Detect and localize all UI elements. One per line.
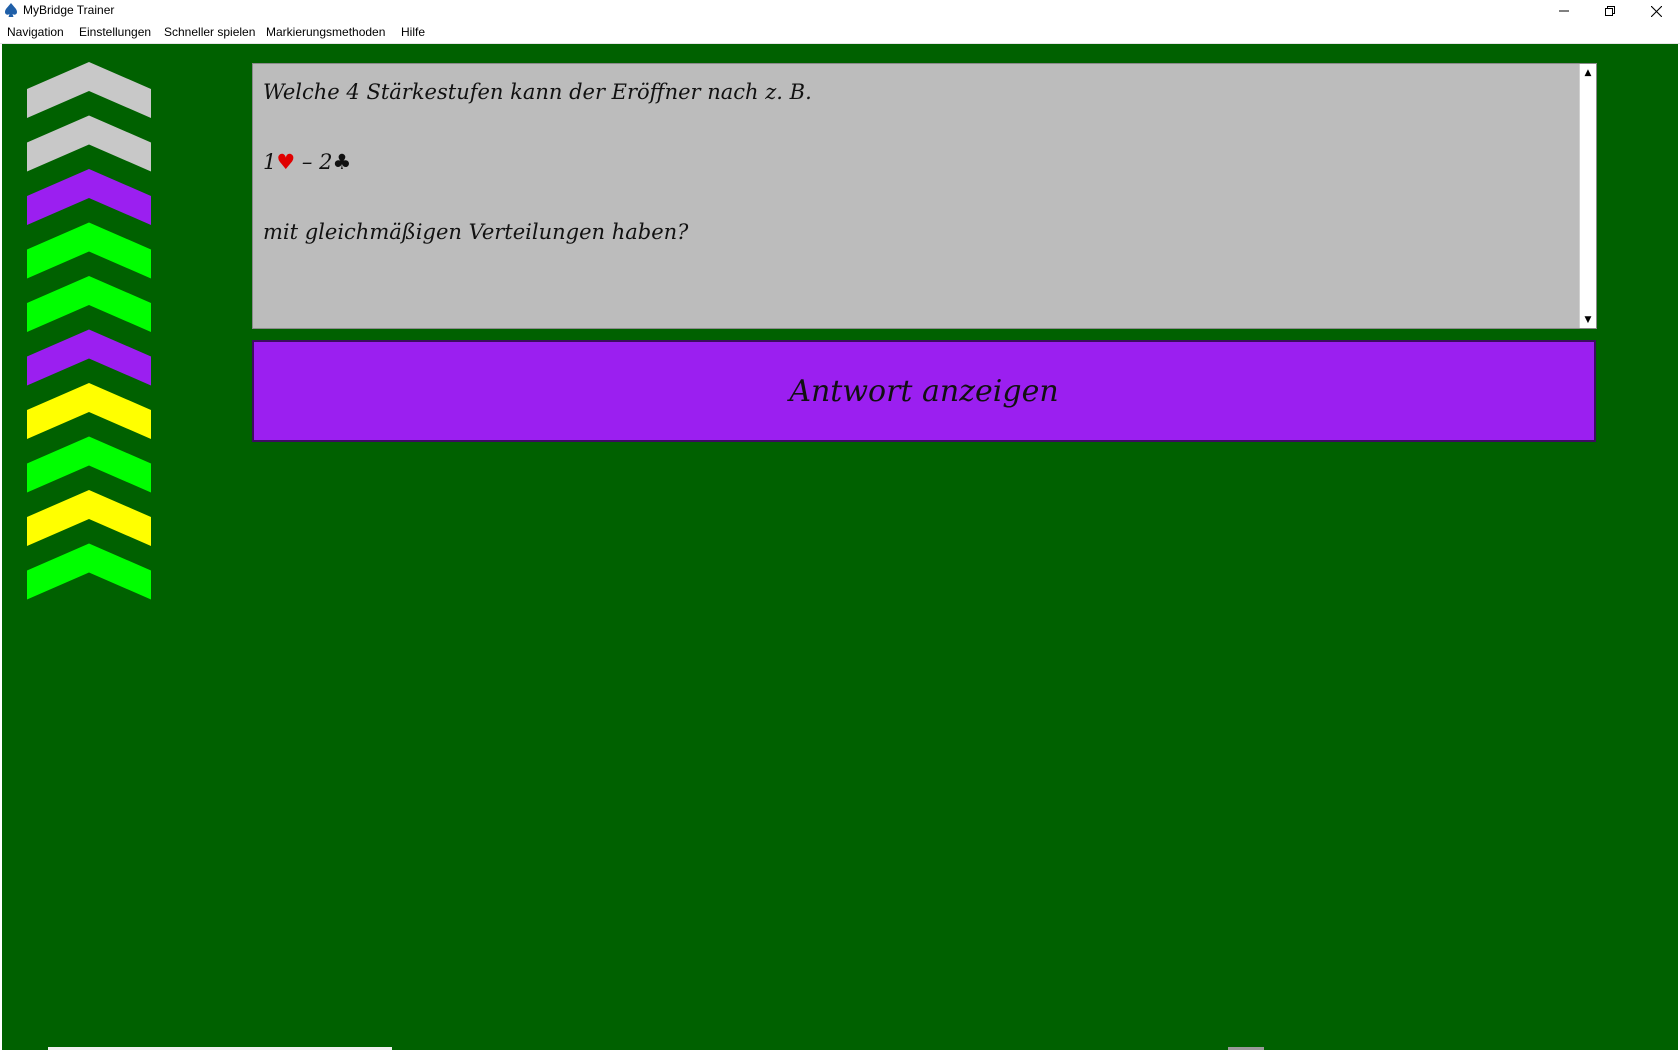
scroll-down-icon[interactable]: ▼ [1580,311,1596,328]
progress-chevron [27,62,151,118]
minimize-button[interactable] [1541,0,1587,22]
close-icon [1650,5,1662,17]
title-bar: MyBridge Trainer [0,0,1680,22]
club-icon: ♣ [332,150,352,174]
show-answer-button[interactable]: Antwort anzeigen [252,340,1596,442]
progress-chevron [27,276,151,332]
bid-1-level: 1 [263,150,277,174]
restore-icon [1605,6,1615,16]
progress-chevrons [27,62,151,600]
vertical-scrollbar[interactable]: ▲ ▼ [1579,64,1596,328]
close-button[interactable] [1633,0,1679,22]
menu-schneller-spielen[interactable]: Schneller spielen [164,25,255,39]
progress-chevron [27,329,151,386]
bid-separator: – [295,150,320,174]
scroll-up-icon[interactable]: ▲ [1580,64,1596,81]
progress-chevron [27,543,151,600]
question-line-3: mit gleichmäßigen Verteilungen haben? [263,220,689,244]
minimize-icon [1559,10,1569,12]
menu-einstellungen[interactable]: Einstellungen [79,25,151,39]
restore-button[interactable] [1587,0,1633,22]
question-panel[interactable]: Welche 4 Stärkestufen kann der Eröffner … [252,63,1597,329]
progress-chevron [27,115,151,172]
menu-navigation[interactable]: Navigation [7,25,64,39]
progress-chevron [27,169,151,225]
progress-chevron [27,490,151,546]
menu-bar: Navigation Einstellungen Schneller spiel… [0,22,1680,44]
progress-chevron [27,222,151,279]
progress-chevron [27,436,151,493]
window-title: MyBridge Trainer [23,3,115,17]
bid-2-level: 2 [319,150,333,174]
question-bid-sequence: 1♥ – 2♣ [263,150,351,174]
progress-chevron [27,383,151,439]
menu-markierungsmethoden[interactable]: Markierungsmethoden [266,25,385,39]
spade-icon [5,3,17,17]
heart-icon: ♥ [276,150,296,174]
question-line-1: Welche 4 Stärkestufen kann der Eröffner … [263,80,812,104]
menu-hilfe[interactable]: Hilfe [401,25,425,39]
